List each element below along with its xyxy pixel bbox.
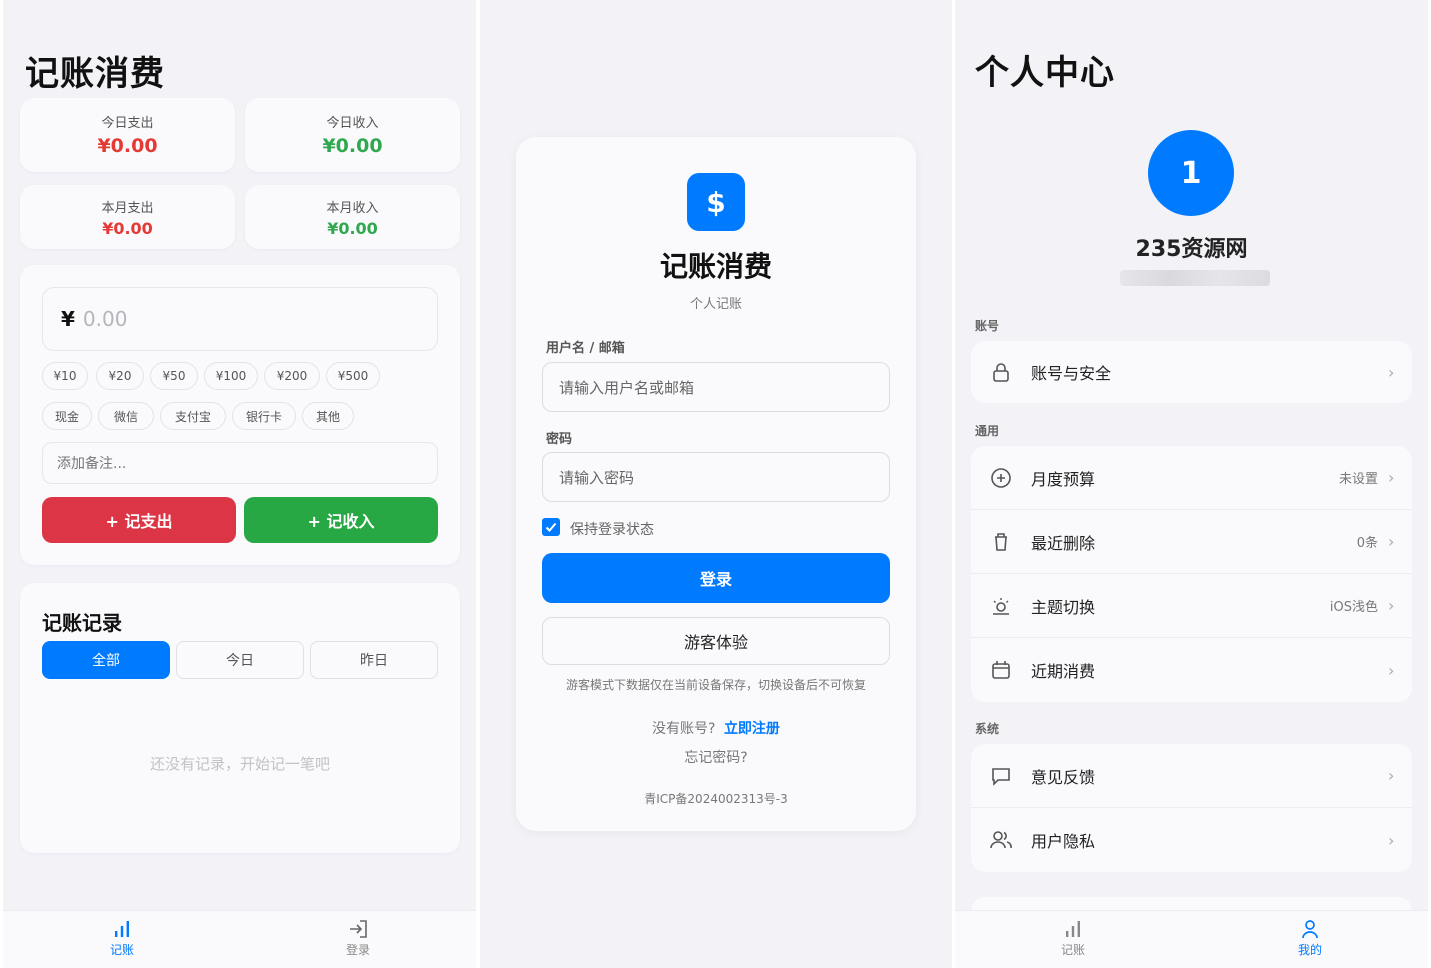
section-label: 账号: [975, 319, 1000, 333]
forgot-password-link[interactable]: 忘记密码?: [516, 747, 916, 767]
bar-chart-icon: [1066, 921, 1080, 937]
chevron-right-icon: ›: [1388, 362, 1395, 382]
amount-input[interactable]: ¥ 0.00: [42, 287, 438, 351]
quick-amount-chip[interactable]: ¥500: [326, 362, 380, 390]
quick-amount-chip[interactable]: ¥50: [150, 362, 198, 390]
chat-icon: [992, 767, 1010, 786]
password-input[interactable]: 请输入密码: [542, 452, 890, 502]
filter-all[interactable]: 全部: [42, 641, 170, 679]
amount-placeholder: 0.00: [82, 307, 128, 331]
chevron-right-icon: ›: [1388, 660, 1395, 680]
tab-bar: 记账 登录: [3, 910, 476, 968]
quick-amount-chip[interactable]: ¥100: [204, 362, 258, 390]
calendar-icon: [992, 661, 1010, 679]
blurred-user-id: [1120, 270, 1270, 286]
stat-month-expense: 本月支出 ¥0.00: [20, 185, 235, 249]
chevron-right-icon: ›: [1388, 468, 1395, 487]
register-row: 没有账号? 立即注册: [516, 718, 916, 738]
lock-icon: [993, 363, 1009, 382]
stat-today-income: 今日收入 ¥0.00: [245, 98, 460, 172]
stat-month-income: 本月收入 ¥0.00: [245, 185, 460, 249]
app-subtitle: 个人记账: [689, 297, 742, 312]
row-recently-deleted[interactable]: 最近删除 0条 ›: [971, 510, 1412, 574]
quick-amount-chip[interactable]: ¥200: [264, 362, 320, 390]
tab-ledger[interactable]: 记账: [1033, 919, 1113, 958]
chevron-right-icon: ›: [1388, 766, 1395, 785]
tab-ledger[interactable]: 记账: [82, 919, 162, 958]
guest-button[interactable]: 游客体验: [542, 617, 890, 665]
section-label: 通用: [975, 424, 1000, 438]
chevron-right-icon: ›: [1388, 596, 1395, 615]
note-input[interactable]: 添加备注...: [42, 442, 438, 484]
user-icon: [1302, 920, 1318, 939]
login-screen: $ 记账消费 个人记账 用户名 / 邮箱 请输入用户名或邮箱 密码 请输入密码 …: [480, 0, 952, 968]
username-input[interactable]: 请输入用户名或邮箱: [542, 362, 890, 412]
profile-username: 235资源网: [1135, 237, 1248, 262]
add-income-button[interactable]: + 记收入: [244, 497, 438, 543]
users-icon: [990, 831, 1012, 849]
plus-circle-icon: [991, 467, 1011, 488]
avatar[interactable]: 1: [1148, 130, 1234, 216]
row-monthly-budget[interactable]: 月度预算 未设置 ›: [971, 446, 1412, 510]
remember-checkbox[interactable]: [542, 518, 560, 536]
tab-login[interactable]: 登录: [318, 919, 398, 958]
quick-amount-chip[interactable]: ¥10: [42, 362, 88, 390]
trash-icon: [995, 532, 1007, 551]
app-name: 记账消费: [659, 250, 772, 283]
records-card: 记账记录 全部 今日 昨日 还没有记录，开始记一笔吧: [20, 583, 460, 853]
app-logo-icon: $: [687, 173, 745, 231]
row-privacy[interactable]: 用户隐私 ›: [971, 808, 1412, 872]
section-label: 系统: [975, 722, 1000, 736]
stat-today-expense: 今日支出 ¥0.00: [20, 98, 235, 172]
tab-mine[interactable]: 我的: [1270, 919, 1350, 958]
currency-symbol: ¥: [61, 307, 75, 331]
chevron-right-icon: ›: [1388, 830, 1395, 850]
payment-method-chip[interactable]: 现金: [42, 402, 92, 430]
login-button[interactable]: 登录: [542, 553, 890, 603]
records-title: 记账记录: [42, 611, 122, 635]
entry-card: ¥ 0.00 ¥10 ¥20 ¥50 ¥100 ¥200 ¥500 现金 微信 …: [20, 265, 460, 565]
page-title: 记账消费: [25, 54, 165, 94]
check-icon: [545, 522, 557, 532]
chevron-right-icon: ›: [1388, 532, 1395, 551]
icp-text: 青ICP备2024002313号-3: [644, 792, 788, 806]
row-account-security[interactable]: 账号与安全 ›: [971, 341, 1412, 403]
ledger-screen: 记账消费 今日支出 ¥0.00 今日收入 ¥0.00 本月支出 ¥0.00 本月…: [3, 0, 476, 968]
remember-label: 保持登录状态: [570, 522, 654, 538]
payment-method-chip[interactable]: 支付宝: [160, 402, 226, 430]
login-card: $ 记账消费 个人记账 用户名 / 邮箱 请输入用户名或邮箱 密码 请输入密码 …: [516, 137, 916, 831]
page-title: 个人中心: [975, 53, 1115, 93]
filter-today[interactable]: 今日: [176, 641, 304, 679]
login-icon: [350, 920, 367, 938]
add-expense-button[interactable]: + 记支出: [42, 497, 236, 543]
username-label: 用户名 / 邮箱: [546, 341, 625, 356]
no-account-text: 没有账号?: [652, 721, 716, 737]
payment-method-chip[interactable]: 其他: [302, 402, 354, 430]
filter-yesterday[interactable]: 昨日: [310, 641, 438, 679]
account-group: 账号与安全 ›: [971, 341, 1412, 403]
guest-note: 游客模式下数据仅在当前设备保存，切换设备后不可恢复: [565, 678, 866, 692]
profile-screen: 个人中心 1 235资源网 账号 账号与安全 › 通用 月度预算 未设置 › 最…: [955, 0, 1428, 968]
general-group: 月度预算 未设置 › 最近删除 0条 › 主题切换 iOS浅色 › 近期消费 ›: [971, 446, 1412, 702]
sun-icon: [993, 597, 1009, 615]
password-label: 密码: [546, 432, 573, 447]
payment-method-chip[interactable]: 银行卡: [232, 402, 296, 430]
bar-chart-icon: [115, 921, 129, 937]
payment-method-chip[interactable]: 微信: [98, 402, 154, 430]
quick-amount-chip[interactable]: ¥20: [96, 362, 144, 390]
empty-state-text: 还没有记录，开始记一笔吧: [149, 755, 330, 773]
tab-bar: 记账 我的: [955, 910, 1428, 968]
register-link[interactable]: 立即注册: [724, 721, 780, 737]
system-group: 意见反馈 › 用户隐私 ›: [971, 744, 1412, 872]
row-theme-switch[interactable]: 主题切换 iOS浅色 ›: [971, 574, 1412, 638]
row-recent-spending[interactable]: 近期消费 ›: [971, 638, 1412, 702]
row-feedback[interactable]: 意见反馈 ›: [971, 744, 1412, 808]
